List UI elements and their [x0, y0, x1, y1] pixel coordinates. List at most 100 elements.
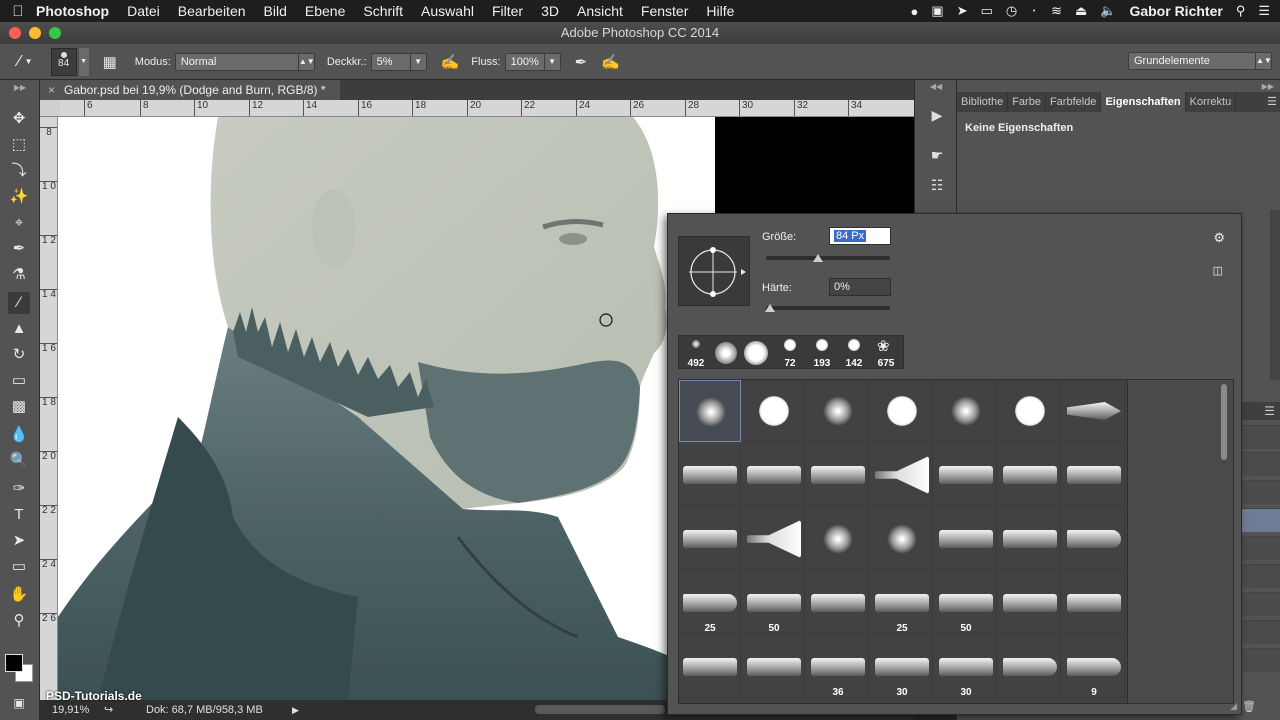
- hardness-slider-thumb[interactable]: [765, 304, 775, 312]
- menu-schrift[interactable]: Schrift: [363, 3, 403, 19]
- menu-bearbeiten[interactable]: Bearbeiten: [178, 3, 246, 19]
- layer-row[interactable]: [1240, 425, 1280, 449]
- shape-tool-icon[interactable]: ▭: [8, 556, 30, 578]
- brush-preset[interactable]: 50: [935, 572, 997, 634]
- brush-preset[interactable]: [743, 444, 805, 506]
- panel-menu-icon[interactable]: ☰: [1264, 402, 1275, 420]
- tab-eigenschaften[interactable]: Eigenschaften: [1101, 92, 1186, 112]
- brush-preset[interactable]: [807, 572, 869, 634]
- brush-preset[interactable]: 30: [871, 636, 933, 698]
- path-select-tool-icon[interactable]: ➤: [8, 530, 30, 552]
- brush-preset[interactable]: [871, 380, 933, 442]
- brush-picker-chevron-icon[interactable]: ▼: [78, 47, 89, 76]
- pressure-opacity-icon[interactable]: ✍: [441, 53, 460, 71]
- close-tab-icon[interactable]: ×: [48, 80, 55, 100]
- size-field[interactable]: 84 Px: [829, 227, 891, 245]
- brush-tool-icon[interactable]: ∕: [8, 292, 30, 314]
- brush-preset[interactable]: [807, 380, 869, 442]
- brush-settings-icon[interactable]: ☛: [925, 144, 949, 166]
- menu-bild[interactable]: Bild: [264, 3, 287, 19]
- document-tab[interactable]: × Gabor.psd bei 19,9% (Dodge and Burn, R…: [40, 80, 340, 100]
- brush-preset[interactable]: [679, 380, 741, 442]
- brush-preset[interactable]: [807, 508, 869, 570]
- brush-preset[interactable]: [679, 508, 741, 570]
- hardness-slider[interactable]: [765, 304, 890, 312]
- layer-row[interactable]: [1240, 592, 1280, 616]
- brush-preset[interactable]: [999, 508, 1061, 570]
- layer-row[interactable]: [1240, 564, 1280, 588]
- brush-preset[interactable]: [1063, 508, 1125, 570]
- brush-preset[interactable]: 36: [807, 636, 869, 698]
- brush-grid-scrollbar[interactable]: [1221, 384, 1227, 460]
- recent-brush[interactable]: [711, 336, 741, 370]
- type-tool-icon[interactable]: T: [8, 504, 30, 526]
- vertical-ruler[interactable]: 8 1 0 1 2 1 4 1 6 1 8 2 0 2 2 2 4 2 6: [40, 117, 58, 702]
- hardness-field[interactable]: 0%: [829, 278, 891, 296]
- brush-preset[interactable]: [935, 508, 997, 570]
- recent-brush[interactable]: [741, 336, 771, 370]
- search-icon[interactable]: ⚲: [1236, 3, 1246, 19]
- brush-preset[interactable]: [1063, 572, 1125, 634]
- panel-menu-icon[interactable]: ☰: [1267, 92, 1280, 112]
- properties-scrollbar[interactable]: [1270, 210, 1280, 380]
- eject-icon[interactable]: ⏏: [1075, 3, 1087, 19]
- menu-ansicht[interactable]: Ansicht: [577, 3, 623, 19]
- tab-farbe[interactable]: Farbe: [1008, 92, 1046, 112]
- stamp-tool-icon[interactable]: ▲: [8, 318, 30, 340]
- tab-korrekturen[interactable]: Korrektu: [1186, 92, 1237, 112]
- menu-fenster[interactable]: Fenster: [641, 3, 688, 19]
- brush-preset[interactable]: [871, 444, 933, 506]
- brush-preset[interactable]: [1063, 444, 1125, 506]
- gear-icon[interactable]: ⚙: [1213, 230, 1225, 246]
- brush-preset[interactable]: [743, 380, 805, 442]
- tab-bibliotheken[interactable]: Bibliothe: [957, 92, 1009, 112]
- eyedropper-tool-icon[interactable]: ✒: [8, 238, 30, 260]
- ruler-origin[interactable]: [40, 100, 60, 117]
- list-icon[interactable]: ☰: [1258, 3, 1270, 19]
- brush-preset[interactable]: [679, 636, 741, 698]
- opacity-field[interactable]: 5% ▼: [370, 52, 427, 71]
- brush-angle-preview[interactable]: [678, 236, 750, 306]
- zoom-tool-icon[interactable]: ⚲: [8, 610, 30, 632]
- user-name[interactable]: Gabor Richter: [1129, 3, 1222, 19]
- layer-row[interactable]: [1240, 620, 1280, 644]
- airbrush-icon[interactable]: ✒: [575, 53, 588, 71]
- brush-preset[interactable]: 25: [871, 572, 933, 634]
- pen-tool-icon[interactable]: ✑: [8, 478, 30, 500]
- wifi-icon[interactable]: ≋: [1051, 3, 1062, 19]
- brush-preset[interactable]: [743, 508, 805, 570]
- brush-preset[interactable]: 9: [1063, 636, 1125, 698]
- brush-preset[interactable]: [999, 444, 1061, 506]
- status-menu-arrow-icon[interactable]: ▶: [292, 700, 299, 720]
- close-window-button[interactable]: [9, 27, 21, 39]
- layer-row-selected[interactable]: [1240, 508, 1280, 532]
- eraser-tool-icon[interactable]: ▭: [8, 370, 30, 392]
- menu-ebene[interactable]: Ebene: [305, 3, 345, 19]
- tab-farbfelder[interactable]: Farbfelde: [1046, 92, 1102, 112]
- brush-preset[interactable]: [871, 508, 933, 570]
- brush-preset[interactable]: [935, 380, 997, 442]
- foreground-color-swatch-front[interactable]: [5, 654, 23, 672]
- blur-tool-icon[interactable]: 💧: [8, 424, 30, 446]
- brush-preset[interactable]: [999, 380, 1061, 442]
- recent-brush[interactable]: 492: [681, 336, 711, 370]
- arrows-icon[interactable]: ➤: [957, 3, 968, 19]
- history-brush-tool-icon[interactable]: ↻: [8, 344, 30, 366]
- brush-size-preview[interactable]: 84: [50, 47, 77, 76]
- gradient-tool-icon[interactable]: ▩: [8, 396, 30, 418]
- menu-app-name[interactable]: Photoshop: [36, 3, 109, 19]
- menu-3d[interactable]: 3D: [541, 3, 559, 19]
- volume-icon[interactable]: 🔈: [1100, 3, 1116, 19]
- menu-hilfe[interactable]: Hilfe: [706, 3, 734, 19]
- tool-preset-chevron-icon[interactable]: ▼: [25, 57, 33, 66]
- brush-preset[interactable]: [999, 572, 1061, 634]
- healing-tool-icon[interactable]: ⚗: [8, 264, 30, 286]
- expand-icon[interactable]: ◀◀: [915, 82, 957, 91]
- hand-tool-icon[interactable]: ✋: [8, 584, 30, 606]
- brush-preset[interactable]: [679, 444, 741, 506]
- brush-preset[interactable]: [1063, 380, 1125, 442]
- marquee-tool-icon[interactable]: ⬚: [8, 134, 30, 156]
- brush-panel-toggle-icon[interactable]: ▦: [103, 53, 117, 71]
- brush-preset[interactable]: [935, 444, 997, 506]
- resize-grip-icon[interactable]: ◢: [1230, 701, 1237, 712]
